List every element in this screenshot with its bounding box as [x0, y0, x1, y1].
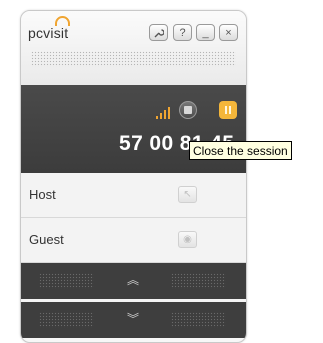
scroll-down-bar[interactable]: ︾ [21, 302, 246, 338]
chevron-up-icon[interactable]: ︽ [125, 272, 141, 288]
scroll-up-bar[interactable]: ︽ [21, 263, 246, 299]
pcvisit-window: pcvisit ? _ × 57 00 81 45 Host ↖ Guest ◉… [20, 10, 247, 343]
pause-button[interactable] [219, 101, 237, 119]
wrench-icon [153, 29, 165, 42]
help-button[interactable]: ? [173, 24, 192, 41]
signal-strength-icon [156, 107, 172, 119]
arrow-up-left-icon[interactable]: ↖ [178, 186, 197, 203]
stop-icon [184, 106, 192, 114]
grip-pattern-left [39, 273, 94, 289]
host-label: Host [29, 187, 56, 202]
stop-button[interactable] [179, 101, 197, 119]
grip-pattern-left [39, 312, 94, 328]
eye-icon[interactable]: ◉ [178, 231, 197, 248]
host-row[interactable]: Host ↖ [21, 173, 246, 218]
grip-pattern-right [171, 273, 226, 289]
header-grip-pattern [31, 51, 236, 67]
tooltip: Close the session [189, 141, 292, 160]
title-bar[interactable]: pcvisit ? _ × [21, 11, 246, 85]
grip-pattern-right [171, 312, 226, 328]
chevron-down-icon[interactable]: ︾ [125, 311, 141, 327]
guest-row[interactable]: Guest ◉ [21, 218, 246, 263]
app-logo: pcvisit [28, 25, 69, 41]
minimize-button[interactable]: _ [196, 24, 215, 41]
tools-button[interactable] [149, 24, 168, 41]
close-button[interactable]: × [219, 24, 238, 41]
guest-label: Guest [29, 232, 64, 247]
